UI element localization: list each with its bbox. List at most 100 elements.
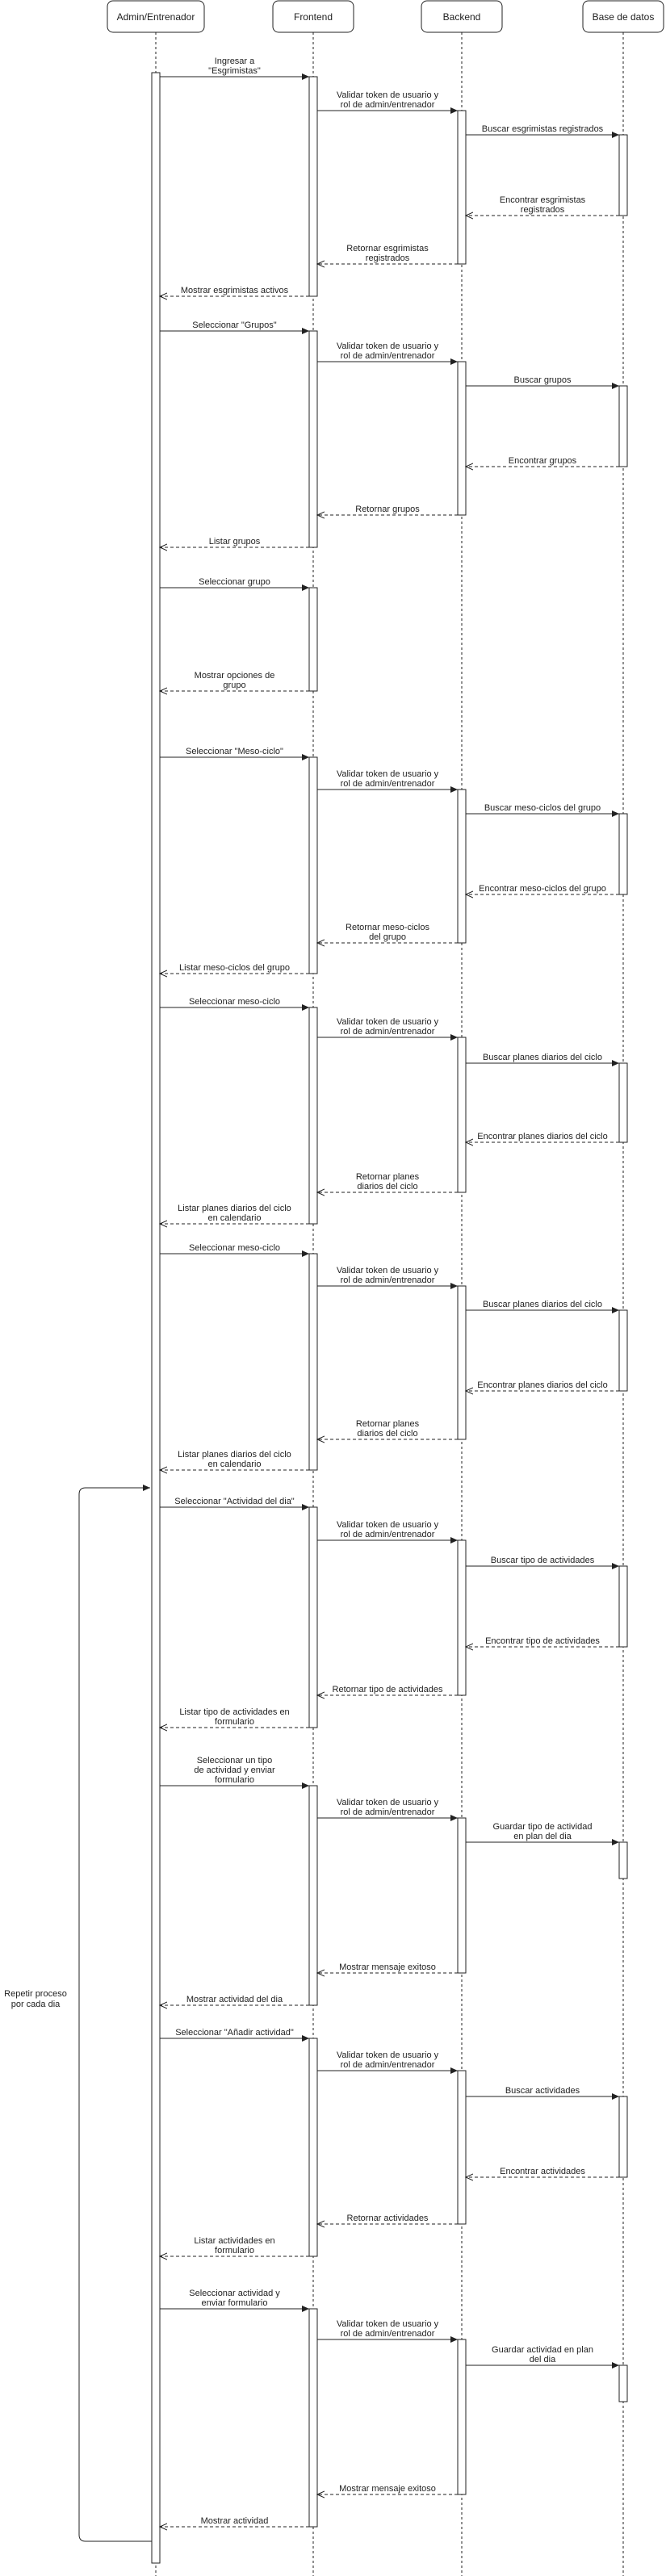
loop-label-line: Repetir proceso <box>4 1989 67 1999</box>
message-label: Encontrar esgrimistas <box>500 195 586 205</box>
message-label: en calendario <box>207 1213 261 1223</box>
message-label: diarios del ciclo <box>357 1429 417 1439</box>
reply-message: Mostrar actividad del dia <box>160 1995 309 2005</box>
call-message: Seleccionar "Añadir actividad" <box>160 2028 309 2042</box>
message-label: Encontrar tipo de actividades <box>485 1636 600 1646</box>
loop-label-line: por cada dia <box>11 2000 61 2009</box>
participant-db-label: Base de datos <box>593 11 655 23</box>
reply-message: Mostrar opciones degrupo <box>160 671 309 691</box>
message-label: Encontrar meso-ciclos del grupo <box>479 884 606 894</box>
message-label: Buscar grupos <box>514 375 572 385</box>
activation-backend <box>457 361 467 516</box>
message-label: Seleccionar "Meso-ciclo" <box>186 747 283 756</box>
message-label: Listar actividades en <box>194 2236 274 2246</box>
call-message: Seleccionar "Grupos" <box>160 320 309 334</box>
message-label: del dia <box>530 2355 556 2364</box>
message-label: Guardar actividad en plan <box>492 2345 593 2355</box>
activation-bars <box>151 72 628 2564</box>
reply-message: Encontrar planes diarios del ciclo <box>466 1132 619 1142</box>
call-message: Validar token de usuario yrol de admin/e… <box>317 2319 458 2343</box>
message-label: Validar token de usuario y <box>337 2050 439 2060</box>
message-label: Buscar planes diarios del ciclo <box>483 1300 602 1309</box>
call-message: Seleccionar meso-ciclo <box>160 997 309 1011</box>
reply-message: Encontrar grupos <box>466 456 619 467</box>
message-label: Mostrar actividad del dia <box>186 1995 283 2004</box>
participant-backend: Backend <box>421 0 503 33</box>
activation-db <box>618 2096 628 2178</box>
call-message: Validar token de usuario yrol de admin/e… <box>317 769 458 793</box>
reply-message: Retornar tipo de actividades <box>317 1685 458 1695</box>
activation-backend <box>457 110 467 265</box>
call-message: Buscar planes diarios del ciclo <box>466 1300 619 1313</box>
reply-message: Listar tipo de actividades enformulario <box>160 1707 309 1728</box>
message-label: Seleccionar meso-ciclo <box>189 1243 280 1253</box>
activation-db <box>618 1841 628 1879</box>
call-message: Validar token de usuario yrol de admin/e… <box>317 341 458 365</box>
activation-db <box>618 1309 628 1392</box>
message-label: Validar token de usuario y <box>337 769 439 779</box>
message-label: formulario <box>215 2246 254 2256</box>
message-label: Retornar planes <box>356 1172 420 1182</box>
call-message: Validar token de usuario yrol de admin/e… <box>317 1798 458 1821</box>
message-label: Seleccionar actividad y <box>189 2289 280 2298</box>
call-message: Seleccionar grupo <box>160 577 309 591</box>
call-message: Seleccionar "Actividad del dia" <box>160 1497 309 1510</box>
reply-message: Retornar grupos <box>317 505 458 515</box>
message-label: registrados <box>521 205 565 215</box>
activation-db <box>618 2364 628 2402</box>
activation-frontend <box>308 76 318 297</box>
reply-message: Listar grupos <box>160 537 309 547</box>
reply-message: Mostrar mensaje exitoso <box>317 1962 458 1973</box>
message-label: Listar meso-ciclos del grupo <box>179 963 290 973</box>
activation-frontend <box>308 1253 318 1471</box>
activation-db <box>618 134 628 216</box>
activation-db <box>618 1565 628 1648</box>
activation-frontend <box>308 1785 318 2006</box>
message-label: Retornar planes <box>356 1419 420 1429</box>
message-label: rol de admin/entrenador <box>341 1027 435 1037</box>
activation-frontend <box>308 1007 318 1225</box>
reply-message: Retornar actividades <box>317 2214 458 2224</box>
call-message: Buscar meso-ciclos del grupo <box>466 803 619 817</box>
message-label: rol de admin/entrenador <box>341 1275 435 1285</box>
reply-message: Mostrar mensaje exitoso <box>317 2484 458 2494</box>
message-label: rol de admin/entrenador <box>341 2060 435 2070</box>
message-label: Retornar actividades <box>347 2214 429 2223</box>
activation-db <box>618 813 628 895</box>
message-label: Mostrar actividad <box>201 2516 269 2526</box>
reply-message: Retornar planesdiarios del ciclo <box>317 1172 458 1192</box>
message-label: Seleccionar un tipo <box>197 1756 273 1766</box>
call-message: Validar token de usuario yrol de admin/e… <box>317 1266 458 1289</box>
message-label: Validar token de usuario y <box>337 341 439 351</box>
message-label: Listar planes diarios del ciclo <box>178 1450 291 1460</box>
call-message: Validar token de usuario yrol de admin/e… <box>317 1520 458 1544</box>
activation-backend <box>457 2339 467 2495</box>
message-label: Mostrar mensaje exitoso <box>339 2484 436 2494</box>
message-label: Seleccionar meso-ciclo <box>189 997 280 1007</box>
reply-message: Listar planes diarios del cicloen calend… <box>160 1204 309 1224</box>
message-label: Mostrar opciones de <box>195 671 275 681</box>
message-label: rol de admin/entrenador <box>341 2329 435 2339</box>
call-message: Seleccionar un tipode actividad y enviar… <box>160 1756 309 1789</box>
message-label: rol de admin/entrenador <box>341 351 435 361</box>
activation-frontend <box>308 2308 318 2528</box>
message-label: Buscar esgrimistas registrados <box>482 124 604 134</box>
message-label: Mostrar esgrimistas activos <box>181 286 289 295</box>
call-message: Buscar planes diarios del ciclo <box>466 1053 619 1066</box>
call-message: Validar token de usuario yrol de admin/e… <box>317 1017 458 1041</box>
message-label: rol de admin/entrenador <box>341 1530 435 1539</box>
reply-message: Encontrar meso-ciclos del grupo <box>466 884 619 894</box>
reply-message: Mostrar esgrimistas activos <box>160 286 309 296</box>
participant-admin: Admin/Entrenador <box>107 0 205 33</box>
reply-message: Retornar planesdiarios del ciclo <box>317 1419 458 1439</box>
activation-frontend <box>308 587 318 692</box>
message-label: Seleccionar "Actividad del dia" <box>174 1497 295 1506</box>
call-message: Buscar tipo de actividades <box>466 1556 619 1569</box>
message-label: Validar token de usuario y <box>337 2319 439 2329</box>
sequence-diagram: Admin/Entrenador Frontend Backend Base d… <box>4 0 664 2576</box>
activation-backend <box>457 1817 467 1974</box>
messages: Ingresar a"Esgrimistas" Validar token de … <box>160 57 619 2527</box>
call-message: Seleccionar "Meso-ciclo" <box>160 747 309 760</box>
participant-db: Base de datos <box>582 0 664 33</box>
activation-db <box>618 1062 628 1143</box>
